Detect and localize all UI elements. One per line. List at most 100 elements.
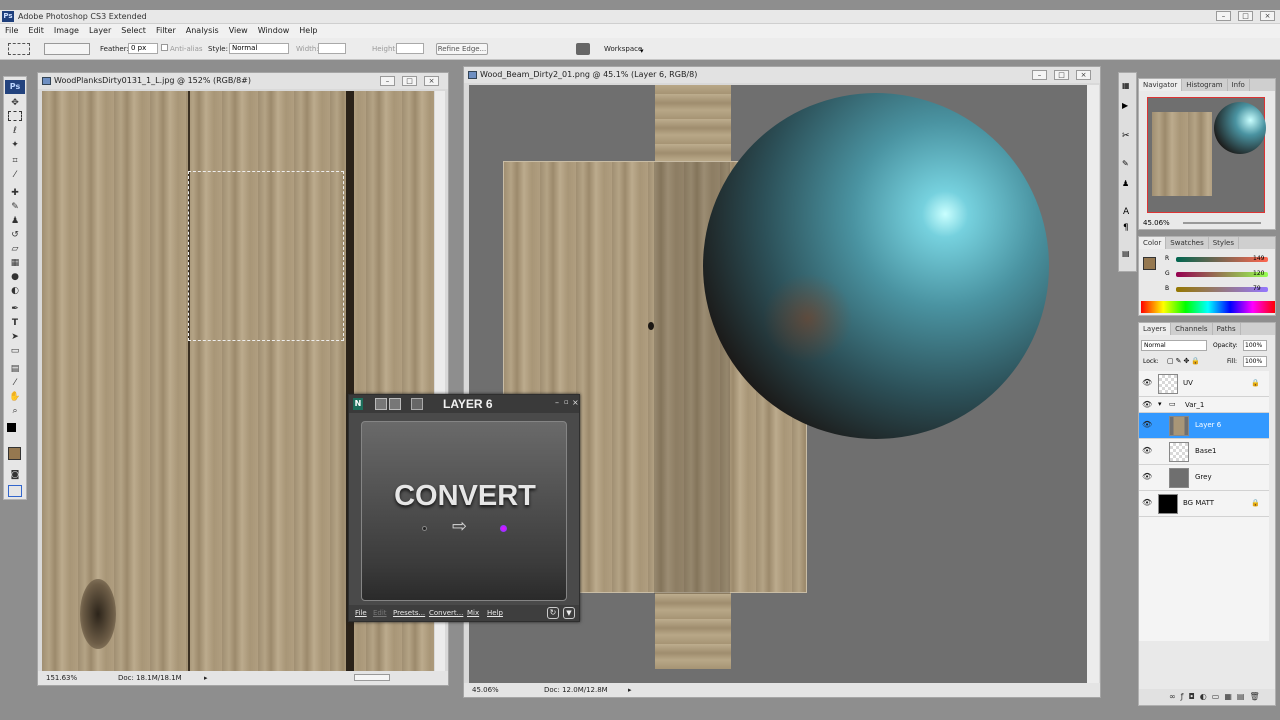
layer-group-var1[interactable]: 👁 ▾ ▭ Var_1 — [1139, 397, 1269, 413]
plugin-close-icon[interactable]: × — [572, 398, 579, 407]
character-icon[interactable]: A — [1123, 207, 1129, 217]
convert-label[interactable]: CONVERT — [362, 480, 568, 513]
pen-icon[interactable]: ✒ — [8, 303, 22, 315]
feather-input[interactable]: 0 px — [128, 43, 158, 54]
opacity-input[interactable]: 100% — [1243, 340, 1267, 351]
lock-options-icon[interactable]: ▢✎✥🔒 — [1167, 357, 1202, 365]
paragraph-icon[interactable]: ¶ — [1123, 223, 1129, 233]
red-value[interactable]: 149 — [1253, 255, 1264, 262]
plugin-menu-file[interactable]: File — [355, 609, 367, 617]
height-input[interactable] — [396, 43, 424, 54]
brush-icon[interactable]: ✎ — [8, 201, 22, 213]
foreground-color-swatch[interactable] — [8, 447, 21, 460]
doc2-maximize-button[interactable]: □ — [1054, 70, 1069, 80]
shape-icon[interactable]: ▭ — [8, 345, 22, 357]
menu-window[interactable]: Window — [253, 24, 295, 38]
marquee-selection[interactable] — [188, 171, 344, 341]
layer-row-uv[interactable]: 👁 UV 🔒 — [1139, 371, 1269, 397]
plugin-menu-mix[interactable]: Mix — [467, 609, 479, 617]
refresh-icon[interactable]: ↻ — [547, 607, 559, 619]
history-icon[interactable]: ▦ — [1122, 81, 1130, 90]
convert-panel[interactable]: CONVERT ⇨ — [361, 421, 567, 601]
menu-image[interactable]: Image — [49, 24, 84, 38]
plugin-restore-icon[interactable]: ▫ — [564, 398, 569, 406]
plugin-menu-presets[interactable]: Presets... — [393, 609, 425, 617]
eye-icon[interactable]: 👁 — [1142, 401, 1152, 409]
notes-icon[interactable]: ▤ — [1122, 249, 1130, 258]
navigator-zoom-slider[interactable] — [1183, 222, 1261, 224]
navigator-preview[interactable] — [1147, 97, 1266, 213]
history-brush-icon[interactable]: ↺ — [8, 229, 22, 241]
healing-icon[interactable]: ✚ — [8, 187, 22, 199]
antialias-checkbox[interactable] — [161, 44, 168, 51]
arrow-right-icon[interactable]: ▸ — [628, 683, 632, 697]
menu-file[interactable]: File — [0, 24, 23, 38]
brushes-icon[interactable]: ✎ — [1122, 159, 1129, 168]
menu-view[interactable]: View — [224, 24, 253, 38]
eye-icon[interactable]: 👁 — [1142, 379, 1152, 387]
lasso-icon[interactable]: ℓ — [8, 125, 22, 137]
notes-icon[interactable]: ▤ — [8, 363, 22, 375]
menu-select[interactable]: Select — [116, 24, 151, 38]
plugin-title-bar[interactable]: N LAYER 6 – ▫ × — [349, 395, 579, 413]
layer-row-layer6[interactable]: 👁 Layer 6 — [1139, 413, 1269, 439]
tab-channels[interactable]: Channels — [1171, 323, 1213, 335]
hand-icon[interactable]: ✋ — [8, 391, 22, 403]
plugin-minimize-icon[interactable]: – — [555, 398, 559, 407]
blur-icon[interactable]: ● — [8, 271, 22, 283]
doc2-vertical-scrollbar[interactable] — [1087, 85, 1099, 683]
eye-icon[interactable]: 👁 — [1142, 499, 1152, 507]
marquee-preset-icon[interactable] — [8, 43, 30, 55]
screen-mode-icon[interactable] — [8, 485, 22, 497]
plugin-preview-icon[interactable] — [411, 398, 423, 410]
layer-row-bg-matt[interactable]: 👁 BG MATT 🔒 — [1139, 491, 1269, 517]
doc2-minimize-button[interactable]: – — [1032, 70, 1047, 80]
tab-swatches[interactable]: Swatches — [1166, 237, 1209, 249]
crop-icon[interactable]: ⌗ — [8, 155, 22, 167]
blue-value[interactable]: 79 — [1253, 285, 1261, 292]
eraser-icon[interactable]: ▱ — [8, 243, 22, 255]
selection-mode-buttons[interactable] — [44, 43, 90, 55]
chevron-down-icon[interactable]: ▾ — [1158, 400, 1162, 408]
minimize-button[interactable]: – — [1216, 11, 1231, 21]
navigator-zoom[interactable]: 45.06% — [1143, 219, 1170, 227]
workspace-icon[interactable] — [576, 43, 590, 55]
menu-help[interactable]: Help — [294, 24, 322, 38]
stamp-icon[interactable]: ♟ — [8, 215, 22, 227]
width-input[interactable] — [318, 43, 346, 54]
layer-row-grey[interactable]: 👁 Grey — [1139, 465, 1269, 491]
eye-icon[interactable]: 👁 — [1142, 447, 1152, 455]
color-spectrum[interactable] — [1141, 301, 1275, 313]
menu-layer[interactable]: Layer — [84, 24, 116, 38]
doc1-close-button[interactable]: × — [424, 76, 439, 86]
eyedropper-icon[interactable]: ⁄ — [8, 169, 22, 181]
close-button[interactable]: × — [1260, 11, 1275, 21]
green-value[interactable]: 120 — [1253, 270, 1264, 277]
tab-paths[interactable]: Paths — [1213, 323, 1241, 335]
actions-icon[interactable]: ▶ — [1122, 101, 1128, 110]
foreground-color-swatch[interactable] — [1143, 257, 1156, 270]
plugin-menu-edit[interactable]: Edit — [373, 609, 387, 617]
type-icon[interactable]: T — [8, 317, 22, 329]
plugin-grid-icon[interactable] — [389, 398, 401, 410]
eye-icon[interactable]: 👁 — [1142, 421, 1152, 429]
tab-color[interactable]: Color — [1139, 237, 1167, 249]
tool-presets-icon[interactable]: ✂ — [1122, 131, 1130, 141]
fill-input[interactable]: 100% — [1243, 356, 1267, 367]
clone-source-icon[interactable]: ♟ — [1122, 179, 1129, 188]
menu-analysis[interactable]: Analysis — [181, 24, 224, 38]
tab-layers[interactable]: Layers — [1139, 323, 1172, 335]
tab-styles[interactable]: Styles — [1209, 237, 1239, 249]
style-select[interactable]: Normal — [229, 43, 289, 54]
settings-icon[interactable]: ▼ — [563, 607, 575, 619]
plugin-menu-help[interactable]: Help — [487, 609, 503, 617]
doc1-zoom[interactable]: 151.63% — [46, 671, 77, 685]
magic-wand-icon[interactable]: ✦ — [8, 139, 22, 151]
quick-mask-icon[interactable]: ◙ — [8, 469, 22, 481]
doc1-maximize-button[interactable]: □ — [402, 76, 417, 86]
tab-info[interactable]: Info — [1228, 79, 1250, 91]
move-icon[interactable]: ✥ — [8, 97, 22, 109]
plugin-menu-convert[interactable]: Convert... — [429, 609, 463, 617]
refine-edge-button[interactable]: Refine Edge... — [436, 43, 488, 55]
layers-footer-buttons[interactable]: ∞ƒ◘◐▭▦▤🗑 — [1139, 689, 1275, 705]
